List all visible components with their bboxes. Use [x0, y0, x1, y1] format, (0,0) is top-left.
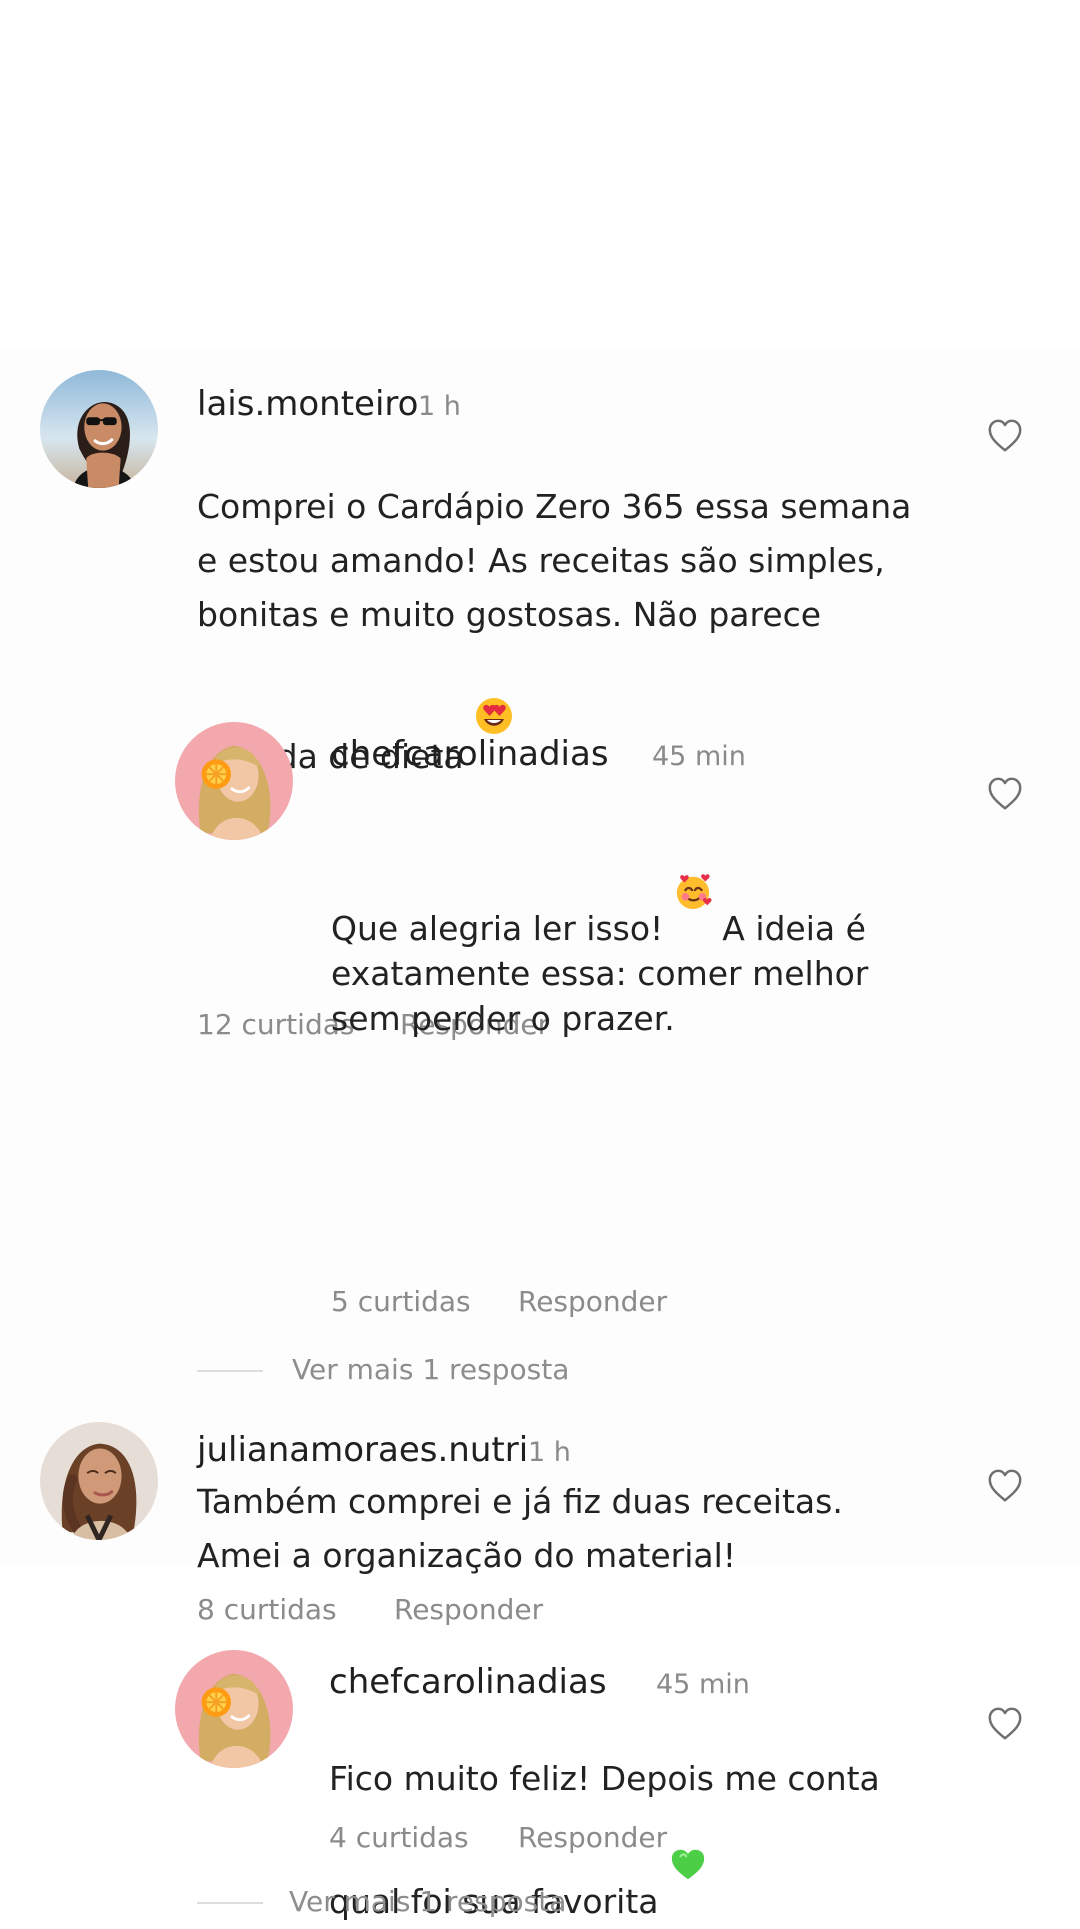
- comments-panel: lais.monteiro 1 h Comprei o Cardápio Zer…: [0, 350, 1080, 1921]
- julianamoraes-nutri-avatar[interactable]: [40, 1422, 158, 1540]
- reply-button[interactable]: Responder: [518, 1824, 667, 1852]
- reply-likes[interactable]: 4 curtidas: [329, 1824, 469, 1852]
- green-heart-emoji: [669, 1801, 707, 1880]
- reply-button[interactable]: Responder: [394, 1596, 543, 1624]
- view-more-replies-button[interactable]: Ver mais 1 resposta: [292, 1356, 569, 1384]
- reply-time: 45 min: [652, 741, 746, 772]
- like-heart-icon[interactable]: [986, 417, 1024, 455]
- like-heart-icon[interactable]: [986, 1467, 1024, 1505]
- reply-username[interactable]: chefcarolinadias: [331, 737, 609, 771]
- reply-button[interactable]: Responder: [518, 1288, 667, 1316]
- comment-username[interactable]: lais.monteiro: [197, 387, 418, 421]
- chefcarolinadias-avatar[interactable]: [175, 1650, 293, 1768]
- view-more-replies-button[interactable]: Ver mais 1 resposta: [289, 1888, 566, 1916]
- comment-text-content: Comprei o Cardápio Zero 365 essa semana …: [197, 487, 912, 776]
- smiling-face-with-hearts-emoji: [674, 828, 712, 910]
- reply-text: Que alegria ler isso! A ideia é exatamen…: [331, 783, 891, 1041]
- reply-username[interactable]: chefcarolinadias: [329, 1665, 607, 1699]
- comment-username[interactable]: julianamoraes.nutri: [197, 1433, 528, 1467]
- heart-eyes-emoji: [474, 642, 514, 734]
- comment-text: Também comprei e já fiz duas receitas. A…: [197, 1482, 843, 1575]
- comment-text: Comprei o Cardápio Zero 365 essa semana …: [197, 426, 917, 784]
- reply-likes[interactable]: 5 curtidas: [331, 1288, 471, 1316]
- like-heart-icon[interactable]: [986, 1705, 1024, 1743]
- comment-time: 1 h: [418, 391, 461, 422]
- thread-line: [197, 1370, 263, 1372]
- reply-text-before-emoji: Que alegria ler isso!: [331, 909, 674, 948]
- chefcarolinadias-avatar[interactable]: [175, 722, 293, 840]
- comment-likes[interactable]: 8 curtidas: [197, 1596, 337, 1624]
- lais-monteiro-avatar[interactable]: [40, 370, 158, 488]
- reply-chefcarolinadias-second: chefcarolinadias 45 min Fico muito feliz…: [0, 350, 1080, 1921]
- like-heart-icon[interactable]: [986, 775, 1024, 813]
- reply-time: 45 min: [656, 1669, 750, 1700]
- thread-line: [197, 1902, 263, 1904]
- comment-time: 1 h: [528, 1437, 571, 1468]
